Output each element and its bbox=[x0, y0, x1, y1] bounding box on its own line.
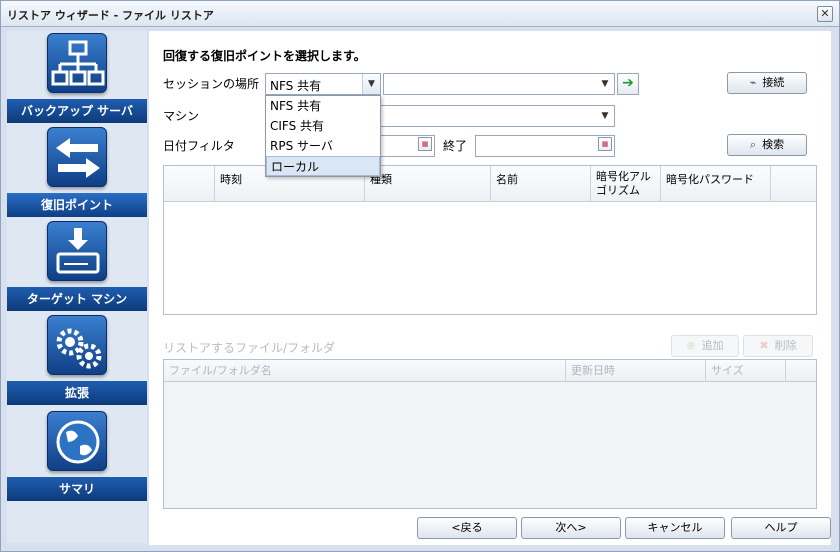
session-location-value: NFS 共有 bbox=[270, 79, 322, 93]
dropdown-option-nfs[interactable]: NFS 共有 bbox=[266, 96, 380, 116]
step-label: サマリ bbox=[7, 477, 147, 501]
column-encryption-password[interactable]: 暗号化パスワード bbox=[661, 166, 771, 202]
column-file-folder-name[interactable]: ファイル/フォルダ名 bbox=[164, 360, 566, 382]
step-backup-server[interactable]: バックアップ サーバ bbox=[7, 33, 147, 129]
end-label: 終了 bbox=[443, 139, 468, 153]
search-button[interactable]: ⌕ 検索 bbox=[727, 134, 807, 156]
wizard-steps-sidebar: バックアップ サーバ 復旧ポイント ターゲット マシン 拡張 サマリ bbox=[7, 31, 147, 543]
step-label: ターゲット マシン bbox=[7, 287, 147, 311]
step-recovery-point[interactable]: 復旧ポイント bbox=[7, 127, 147, 223]
date-filter-label: 日付フィルタ bbox=[163, 139, 235, 153]
dropdown-option-local[interactable]: ローカル bbox=[266, 156, 380, 176]
column-modified-date[interactable]: 更新日時 bbox=[566, 360, 706, 382]
restore-wizard-window: リストア ウィザード - ファイル リストア ✕ バックアップ サーバ 復旧ポイ… bbox=[0, 0, 840, 552]
back-button[interactable]: <戻る bbox=[417, 517, 517, 539]
step-summary[interactable]: サマリ bbox=[7, 411, 147, 507]
add-button[interactable]: ⊕ 追加 bbox=[671, 335, 739, 357]
column-type[interactable]: 種類 bbox=[365, 166, 491, 202]
close-button[interactable]: ✕ bbox=[817, 6, 833, 22]
column-select[interactable] bbox=[164, 166, 215, 202]
help-button[interactable]: ヘルプ bbox=[731, 517, 831, 539]
step-label: バックアップ サーバ bbox=[7, 99, 147, 123]
calendar-icon[interactable]: ▦ bbox=[598, 137, 612, 151]
calendar-icon[interactable]: ▦ bbox=[418, 137, 432, 151]
x-delete-icon: ✖ bbox=[759, 339, 769, 352]
step-label: 復旧ポイント bbox=[7, 193, 147, 217]
step-target-machine[interactable]: ターゲット マシン bbox=[7, 221, 147, 317]
dropdown-option-cifs[interactable]: CIFS 共有 bbox=[266, 116, 380, 136]
table-header: 時刻 種類 名前 暗号化アル ゴリズム 暗号化パスワード bbox=[164, 166, 816, 202]
binoculars-icon: ⌕ bbox=[749, 138, 757, 151]
session-location-dropdown: NFS 共有 CIFS 共有 RPS サーバ ローカル bbox=[265, 95, 381, 177]
connect-button[interactable]: ⌁ 接続 bbox=[727, 72, 807, 94]
globe-icon bbox=[47, 411, 107, 471]
next-button[interactable]: 次へ> bbox=[521, 517, 621, 539]
page-heading: 回復する復旧ポイントを選択します。 bbox=[163, 49, 366, 63]
files-to-restore-label: リストアするファイル/フォルダ bbox=[163, 341, 336, 355]
plus-icon: ⊕ bbox=[686, 339, 696, 352]
session-location-label: セッションの場所 bbox=[163, 77, 260, 91]
column-encryption-algorithm[interactable]: 暗号化アル ゴリズム bbox=[591, 166, 661, 202]
session-location-select[interactable]: NFS 共有 ▼ bbox=[265, 73, 381, 95]
title-bar: リストア ウィザード - ファイル リストア ✕ bbox=[1, 1, 839, 27]
window-title: リストア ウィザード - ファイル リストア bbox=[7, 9, 214, 22]
cancel-button[interactable]: キャンセル bbox=[625, 517, 725, 539]
chevron-down-icon[interactable]: ▼ bbox=[362, 74, 380, 94]
download-drive-icon bbox=[47, 221, 107, 281]
connect-button-label: 接続 bbox=[762, 76, 785, 89]
remove-button[interactable]: ✖ 削除 bbox=[743, 335, 813, 357]
table-header: ファイル/フォルダ名 更新日時 サイズ bbox=[164, 360, 816, 382]
remove-button-label: 削除 bbox=[774, 339, 797, 352]
add-button-label: 追加 bbox=[701, 339, 724, 352]
column-size[interactable]: サイズ bbox=[706, 360, 786, 382]
go-arrow-button[interactable]: ➔ bbox=[617, 73, 639, 95]
machine-label: マシン bbox=[163, 109, 200, 123]
step-label: 拡張 bbox=[7, 381, 147, 405]
chevron-down-icon[interactable]: ▼ bbox=[596, 74, 614, 94]
swap-arrows-icon bbox=[47, 127, 107, 187]
session-path-combobox[interactable]: ▼ bbox=[383, 73, 615, 95]
main-panel: 回復する復旧ポイントを選択します。 セッションの場所 NFS 共有 ▼ ▼ ➔ … bbox=[149, 31, 831, 545]
gears-icon bbox=[47, 315, 107, 375]
recovery-points-table[interactable]: 時刻 種類 名前 暗号化アル ゴリズム 暗号化パスワード bbox=[163, 165, 817, 315]
network-tree-icon bbox=[47, 33, 107, 93]
step-advanced[interactable]: 拡張 bbox=[7, 315, 147, 411]
files-table[interactable]: ファイル/フォルダ名 更新日時 サイズ bbox=[163, 359, 817, 509]
arrow-right-icon: ➔ bbox=[622, 75, 634, 91]
search-button-label: 検索 bbox=[762, 138, 785, 151]
column-name[interactable]: 名前 bbox=[491, 166, 591, 202]
dropdown-option-rps[interactable]: RPS サーバ bbox=[266, 136, 380, 156]
plug-icon: ⌁ bbox=[749, 76, 757, 89]
end-date-field[interactable]: ▦ bbox=[475, 135, 615, 157]
chevron-down-icon[interactable]: ▼ bbox=[596, 106, 614, 126]
